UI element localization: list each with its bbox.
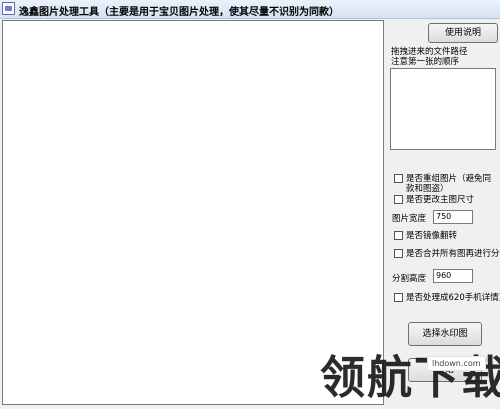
file-path-list[interactable] bbox=[390, 68, 496, 150]
mirror-checkbox[interactable] bbox=[394, 231, 403, 240]
select-watermark-button[interactable]: 选择水印图 bbox=[408, 322, 482, 346]
drop-hint-line-1: 拖拽进来的文件路径 bbox=[391, 47, 468, 57]
resize-main-label: 是否更改主图尺寸 bbox=[406, 195, 475, 205]
drop-hint-line-2: 注意第一张的顺序 bbox=[391, 57, 460, 67]
merge-split-checkbox[interactable] bbox=[394, 249, 403, 258]
split-height-label: 分割高度 bbox=[392, 274, 427, 284]
image-width-label: 图片宽度 bbox=[392, 214, 427, 224]
resort-images-label-line-2: 款和图盗） bbox=[406, 184, 449, 194]
resize-main-checkbox[interactable] bbox=[394, 195, 403, 204]
title-bar: 逸鑫图片处理工具（主要是用于宝贝图片处理，使其尽量不识别为同款） bbox=[0, 0, 500, 19]
mobile-620-checkbox[interactable] bbox=[394, 293, 403, 302]
resort-images-label-line-1: 是否重组图片（避免同 bbox=[406, 174, 492, 184]
image-preview-panel[interactable] bbox=[2, 20, 384, 405]
mobile-620-label: 是否处理成620手机详情页 bbox=[406, 293, 500, 303]
drop-hint: 拖拽进来的文件路径 注意第一张的顺序 bbox=[391, 47, 468, 67]
app-icon bbox=[2, 2, 15, 15]
site-url-badge: lhdown.com bbox=[427, 356, 486, 371]
image-width-input[interactable]: 750 bbox=[433, 210, 473, 224]
merge-split-label: 是否合并所有图再进行分割 bbox=[406, 249, 500, 259]
help-button[interactable]: 使用说明 bbox=[428, 23, 498, 43]
split-height-input[interactable]: 960 bbox=[433, 269, 473, 283]
window-title: 逸鑫图片处理工具（主要是用于宝贝图片处理，使其尽量不识别为同款） bbox=[19, 7, 339, 18]
mirror-label: 是否镜像翻转 bbox=[406, 231, 458, 241]
resort-images-checkbox[interactable] bbox=[394, 174, 403, 183]
